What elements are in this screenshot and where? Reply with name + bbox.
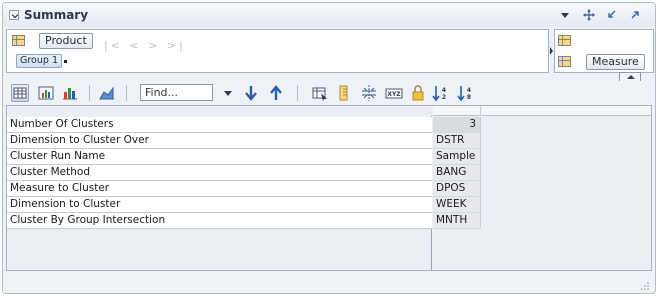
- chart-table-view-icon[interactable]: [37, 84, 55, 102]
- maximize-icon[interactable]: [629, 9, 643, 21]
- table-row[interactable]: Number Of Clusters: [7, 117, 432, 133]
- chart-type-icon[interactable]: [98, 84, 116, 102]
- collapse-panel-icon[interactable]: [9, 10, 19, 20]
- table-cell[interactable]: WEEK: [433, 197, 481, 213]
- table-view-icon[interactable]: [11, 84, 29, 102]
- page-nav-arrows[interactable]: |< < > >|: [104, 39, 186, 52]
- panel-header: Summary: [3, 3, 655, 27]
- table-row[interactable]: Dimension to Cluster: [7, 197, 432, 213]
- sort-descending-icon[interactable]: 48: [457, 84, 475, 102]
- column-edge-area: Measure: [554, 29, 654, 73]
- svg-text:2: 2: [442, 94, 446, 101]
- table-cell[interactable]: Sample: [433, 149, 481, 165]
- corner-cell: [7, 106, 432, 116]
- minimize-icon[interactable]: [605, 9, 619, 21]
- view-toolbar: Find... XYZ 42 48: [3, 81, 655, 105]
- table-row[interactable]: Cluster By Group Intersection: [7, 213, 432, 229]
- measure-edge-icon: [558, 56, 571, 67]
- panel-title: Summary: [24, 8, 89, 22]
- move-icon[interactable]: [582, 9, 596, 21]
- group-1-tile[interactable]: Group 1: [16, 54, 62, 68]
- find-previous-icon[interactable]: [267, 84, 285, 102]
- measure-dimension-tile[interactable]: Measure: [586, 54, 645, 70]
- svg-text:XYZ: XYZ: [387, 91, 401, 98]
- row-edge-icon: [12, 35, 25, 46]
- table-cell[interactable]: MNTH: [433, 213, 481, 229]
- toolbar-separator: [126, 85, 127, 101]
- toolbar-separator: [89, 85, 90, 101]
- svg-text:4: 4: [467, 87, 471, 94]
- resize-grip-icon[interactable]: [641, 280, 649, 290]
- summary-panel: Summary Product |< < > >| Group 1 Measur…: [2, 2, 656, 294]
- table-cell[interactable]: DSTR: [433, 133, 481, 149]
- drop-marker: [64, 60, 67, 63]
- pivot-table: Number Of Clusters 3 Dimension to Cluste…: [6, 105, 652, 271]
- column-header[interactable]: [433, 106, 481, 116]
- find-next-icon[interactable]: [242, 84, 260, 102]
- table-row[interactable]: Cluster Run Name: [7, 149, 432, 165]
- toolbar-separator: [297, 85, 298, 101]
- lock-icon[interactable]: [409, 84, 427, 102]
- table-row[interactable]: Cluster Method: [7, 165, 432, 181]
- status-bar: [3, 273, 655, 293]
- select-cells-icon[interactable]: [311, 84, 329, 102]
- svg-text:4: 4: [442, 87, 446, 94]
- table-row[interactable]: Dimension to Cluster Over: [7, 133, 432, 149]
- find-options-dropdown-icon[interactable]: [219, 84, 237, 102]
- sort-ascending-icon[interactable]: 42: [432, 84, 450, 102]
- svg-text:8: 8: [467, 94, 471, 101]
- xyz-dimension-icon[interactable]: XYZ: [385, 84, 403, 102]
- split-view-icon[interactable]: [360, 84, 378, 102]
- product-dimension-tile[interactable]: Product: [39, 33, 93, 49]
- table-cell[interactable]: 3: [433, 117, 481, 133]
- table-cell[interactable]: BANG: [433, 165, 481, 181]
- column-edge-icon: [558, 35, 571, 46]
- table-cell[interactable]: DPOS: [433, 181, 481, 197]
- chart-view-icon[interactable]: [61, 84, 79, 102]
- find-input[interactable]: Find...: [140, 84, 213, 101]
- row-edge-area: Product |< < > >| Group 1: [6, 29, 549, 73]
- panel-menu-icon[interactable]: [558, 9, 572, 21]
- column-header-filler: [482, 106, 651, 116]
- column-width-icon[interactable]: [335, 84, 353, 102]
- table-row[interactable]: Measure to Cluster: [7, 181, 432, 197]
- collapse-layout-tab[interactable]: [619, 72, 641, 81]
